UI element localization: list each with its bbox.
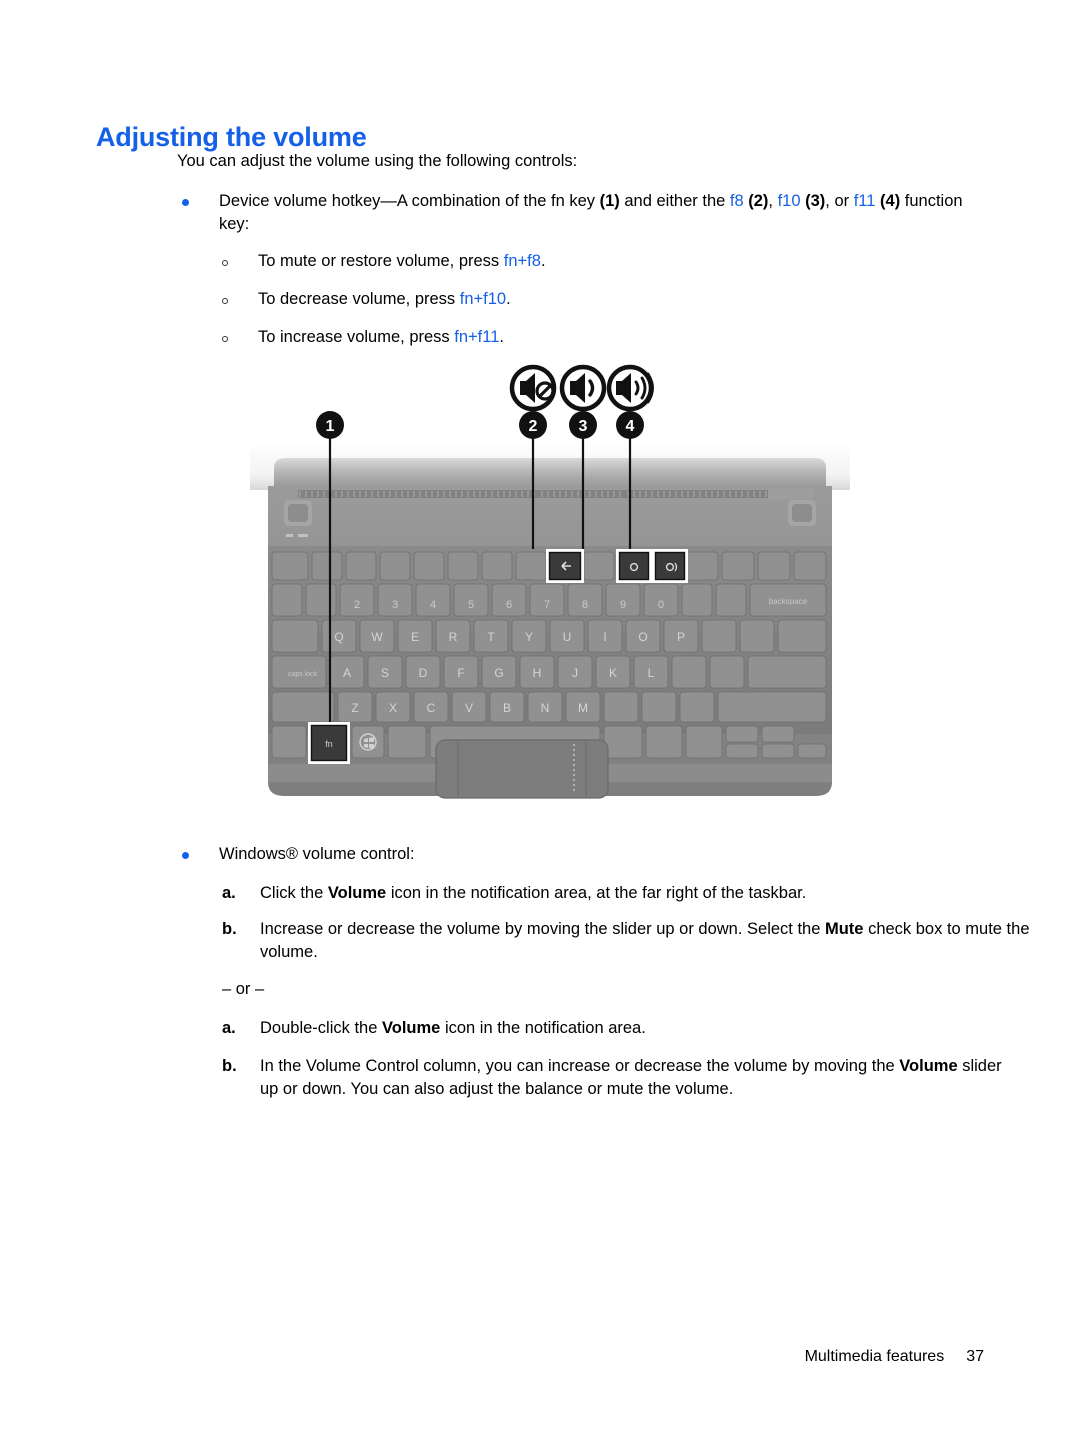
callout-3: 3 [569, 411, 597, 439]
svg-text:H: H [533, 666, 542, 680]
svg-text:D: D [419, 666, 428, 680]
keyboard-home-row [271, 655, 827, 689]
callout-1: 1 [316, 411, 344, 439]
svg-text:1: 1 [326, 418, 335, 435]
svg-text:R: R [449, 630, 458, 644]
step-a-group1-text: Click the Volume icon in the notificatio… [260, 884, 807, 902]
svg-text:A: A [343, 666, 351, 680]
step-marker: a. [222, 884, 236, 902]
step-a-group2-text: Double-click the Volume icon in the noti… [260, 1019, 646, 1037]
callout-4: 4 [616, 411, 644, 439]
bullet-dot-icon [182, 199, 189, 206]
svg-text:7: 7 [544, 599, 550, 611]
hollow-bullet-icon [222, 298, 228, 304]
svg-text:6: 6 [506, 599, 512, 611]
svg-text:5: 5 [468, 599, 474, 611]
svg-text:3: 3 [579, 418, 588, 435]
subbullet-increase-volume-text: To increase volume, press fn+f11. [258, 328, 504, 346]
subbullet-decrease-volume-text: To decrease volume, press fn+f10. [258, 290, 511, 308]
svg-text:Z: Z [351, 701, 358, 715]
svg-text:0: 0 [658, 599, 664, 611]
or-separator: – or – [222, 980, 265, 998]
svg-text:4: 4 [626, 418, 635, 435]
document-page: Adjusting the volume You can adjust the … [0, 0, 1080, 1437]
footer-page-number: 37 [966, 1348, 984, 1365]
svg-text:N: N [541, 701, 550, 715]
svg-text:Y: Y [525, 630, 533, 644]
svg-text:V: V [465, 701, 473, 715]
key-f11-highlight [652, 549, 688, 583]
step-b-group2: b. In the Volume Control column, you can… [222, 1055, 1012, 1101]
bullet-windows-volume-control: Windows® volume control: [182, 843, 982, 866]
svg-text:W: W [371, 630, 383, 644]
hollow-bullet-icon [222, 336, 228, 342]
page-title: Adjusting the volume [96, 122, 367, 153]
step-a-group1: a. Click the Volume icon in the notifica… [222, 882, 1032, 905]
svg-text:O: O [638, 630, 647, 644]
svg-text:E: E [411, 630, 419, 644]
volume-down-icon [559, 364, 607, 412]
subbullet-mute-restore: To mute or restore volume, press fn+f8. [222, 250, 922, 273]
svg-text:M: M [578, 701, 588, 715]
svg-text:4: 4 [430, 599, 436, 611]
page-footer: Multimedia features 37 [805, 1348, 984, 1366]
svg-text:F: F [457, 666, 464, 680]
subbullet-increase-volume: To increase volume, press fn+f11. [222, 326, 922, 349]
svg-text:caps lock: caps lock [288, 671, 318, 678]
svg-text:8: 8 [582, 599, 588, 611]
key-f8-highlight [546, 549, 584, 583]
svg-text:2: 2 [354, 599, 360, 611]
callout-2: 2 [519, 411, 547, 439]
bullet-device-volume-hotkey: Device volume hotkey—A combination of th… [182, 190, 982, 236]
svg-text:I: I [603, 630, 606, 644]
svg-text:G: G [494, 666, 503, 680]
svg-text:K: K [609, 666, 617, 680]
svg-text:U: U [563, 630, 572, 644]
svg-text:L: L [648, 666, 655, 680]
svg-text:P: P [677, 630, 685, 644]
svg-text:C: C [427, 701, 436, 715]
svg-text:B: B [503, 701, 511, 715]
svg-text:T: T [487, 630, 495, 644]
bullet-windows-volume-control-text: Windows® volume control: [219, 845, 415, 863]
key-f10-highlight [616, 549, 652, 583]
svg-text:S: S [381, 666, 389, 680]
svg-text:Q: Q [334, 630, 343, 644]
svg-text:backspace: backspace [769, 597, 808, 606]
bullet-dot-icon [182, 852, 189, 859]
step-marker: a. [222, 1019, 236, 1037]
step-b-group2-text: In the Volume Control column, you can in… [260, 1057, 1002, 1098]
volume-mute-icon [509, 364, 557, 412]
svg-text:3: 3 [392, 599, 398, 611]
subbullet-mute-restore-text: To mute or restore volume, press fn+f8. [258, 252, 546, 270]
step-marker: b. [222, 920, 237, 938]
volume-up-icon [606, 364, 654, 412]
step-b-group1-text: Increase or decrease the volume by movin… [260, 920, 1030, 961]
keyboard-figure: 2 3 4 5 6 7 8 9 0 backspace Q W E R T Y U I … [250, 350, 850, 830]
touchpad-graphic [435, 739, 609, 799]
step-a-group2: a. Double-click the Volume icon in the n… [222, 1017, 1032, 1040]
bullet-device-volume-hotkey-text: Device volume hotkey—A combination of th… [219, 192, 963, 233]
svg-text:2: 2 [529, 418, 538, 435]
intro-paragraph: You can adjust the volume using the foll… [177, 152, 578, 170]
subbullet-decrease-volume: To decrease volume, press fn+f10. [222, 288, 922, 311]
svg-text:X: X [389, 701, 397, 715]
step-marker: b. [222, 1057, 237, 1075]
footer-chapter: Multimedia features [804, 1348, 945, 1365]
step-b-group1: b. Increase or decrease the volume by mo… [222, 918, 1032, 964]
svg-text:J: J [572, 666, 578, 680]
svg-text:9: 9 [620, 599, 626, 611]
hollow-bullet-icon [222, 260, 228, 266]
